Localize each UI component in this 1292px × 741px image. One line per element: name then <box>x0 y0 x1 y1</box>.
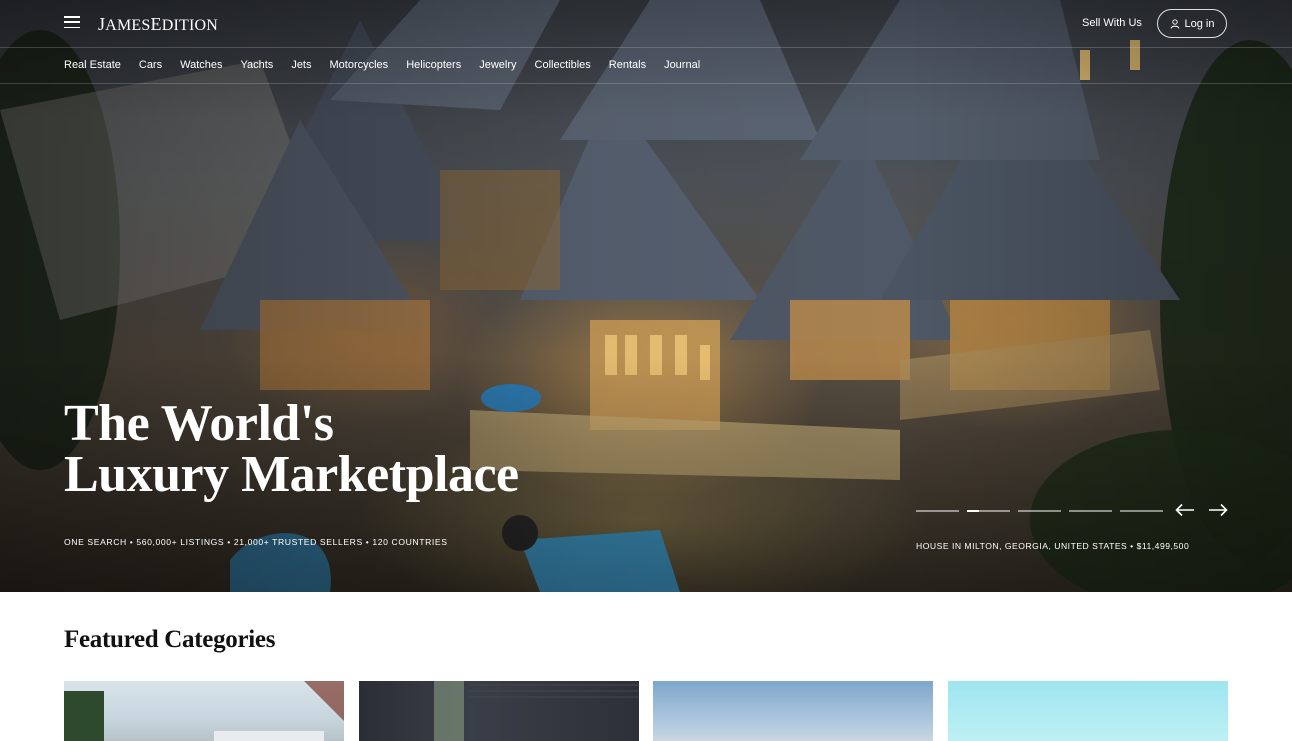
arrow-right-icon[interactable] <box>1208 503 1228 517</box>
hero-stats: ONE SEARCH • 560,000+ LISTINGS • 21,000+… <box>64 537 448 547</box>
featured-categories-title: Featured Categories <box>64 626 276 653</box>
hero-banner <box>0 0 1292 592</box>
nav-item-jewelry[interactable]: Jewelry <box>479 59 516 71</box>
category-card-image <box>64 681 344 741</box>
category-card[interactable] <box>653 681 933 741</box>
nav-item-collectibles[interactable]: Collectibles <box>535 59 591 71</box>
sell-with-us-link[interactable]: Sell With Us <box>1082 17 1142 29</box>
nav-item-real-estate[interactable]: Real Estate <box>64 59 121 71</box>
slide-indicator[interactable] <box>1120 510 1163 512</box>
nav-item-jets[interactable]: Jets <box>291 59 311 71</box>
hero-caption[interactable]: HOUSE IN MILTON, GEORGIA, UNITED STATES … <box>916 541 1189 551</box>
login-button[interactable]: Log in <box>1157 9 1227 38</box>
category-card-image <box>434 681 639 741</box>
nav-item-motorcycles[interactable]: Motorcycles <box>330 59 389 71</box>
headline-line-1: The World's <box>64 395 334 452</box>
arrow-left-icon[interactable] <box>1175 503 1195 517</box>
nav-item-watches[interactable]: Watches <box>180 59 222 71</box>
slide-indicator[interactable] <box>1069 510 1112 512</box>
slide-indicator-active[interactable] <box>967 510 1010 512</box>
category-card[interactable] <box>948 681 1228 741</box>
login-label: Log in <box>1184 17 1215 30</box>
nav-item-cars[interactable]: Cars <box>139 59 162 71</box>
nav-item-rentals[interactable]: Rentals <box>609 59 646 71</box>
logo[interactable]: JAMESEDITION <box>98 14 218 35</box>
category-nav: Real Estate Cars Watches Yachts Jets Mot… <box>0 48 1292 84</box>
category-card[interactable] <box>359 681 639 741</box>
menu-icon[interactable] <box>64 16 80 30</box>
nav-item-helicopters[interactable]: Helicopters <box>406 59 461 71</box>
category-card[interactable] <box>64 681 344 741</box>
slide-indicators <box>916 510 1163 512</box>
hero-headline: The World's Luxury Marketplace <box>64 395 584 503</box>
user-icon <box>1170 18 1179 29</box>
top-bar: JAMESEDITION Sell With Us Log in <box>0 0 1292 48</box>
headline-line-2: Luxury Marketplace <box>64 446 519 503</box>
nav-item-journal[interactable]: Journal <box>664 59 700 71</box>
slide-indicator[interactable] <box>916 510 959 512</box>
nav-item-yachts[interactable]: Yachts <box>241 59 274 71</box>
slide-indicator[interactable] <box>1018 510 1061 512</box>
